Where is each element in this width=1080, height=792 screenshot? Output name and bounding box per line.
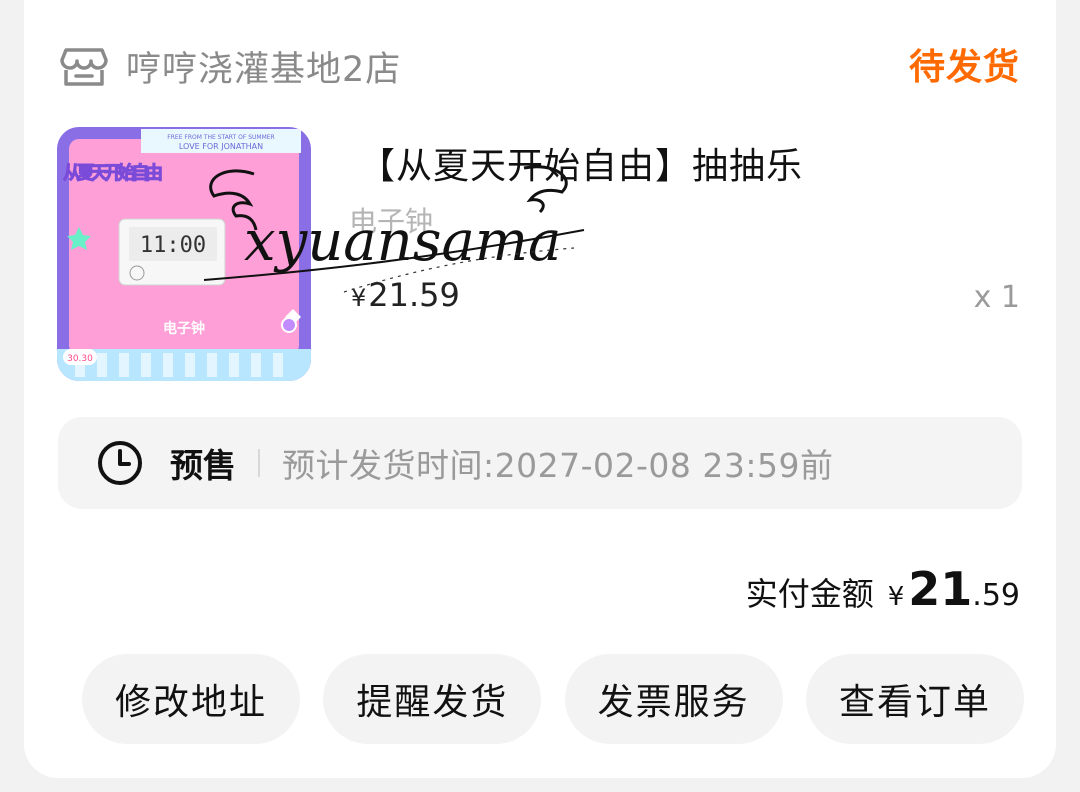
image-header-line1: FREE FROM THE START OF SUMMER: [167, 134, 274, 141]
total-paid: 实付金额 ¥ 21 .59: [746, 562, 1020, 616]
image-badge: 30.30: [67, 354, 93, 364]
action-buttons: 修改地址 提醒发货 发票服务 查看订单: [82, 654, 1024, 744]
total-label: 实付金额: [745, 575, 874, 613]
total-currency: ¥: [887, 582, 905, 612]
product-title[interactable]: 【从夏天开始自由】抽抽乐: [359, 137, 803, 189]
product-sku: 电子钟: [349, 205, 434, 238]
image-caption: 电子钟: [163, 320, 205, 337]
presale-divider: [258, 449, 260, 477]
image-header-line2: LOVE FOR JONATHAN: [179, 142, 263, 151]
invoice-service-button[interactable]: 发票服务: [564, 654, 783, 744]
image-clock-time: 11:00: [140, 233, 206, 258]
shop-icon: [60, 48, 108, 86]
presale-bar: 预售 预计发货时间:2027-02-08 23:59前: [58, 417, 1022, 509]
clock-icon: [98, 441, 142, 485]
remind-shipment-button[interactable]: 提醒发货: [323, 654, 542, 744]
image-corner-text: 从夏天开始自由: [63, 162, 163, 184]
total-integer: 21: [908, 562, 973, 616]
modify-address-button[interactable]: 修改地址: [82, 654, 300, 744]
total-decimal: .59: [972, 578, 1020, 613]
shop-name[interactable]: 哼哼浇灌基地2店: [126, 41, 401, 92]
presale-label: 预售: [170, 446, 236, 485]
order-status: 待发货: [908, 47, 1020, 88]
product-quantity: x 1: [973, 280, 1020, 315]
presale-ship-time: 预计发货时间:2027-02-08 23:59前: [282, 446, 834, 485]
view-order-button[interactable]: 查看订单: [805, 654, 1024, 744]
order-card[interactable]: 哼哼浇灌基地2店 待发货 FREE FROM THE START OF SUMM…: [24, 0, 1056, 778]
product-price-value: 21.59: [368, 276, 460, 314]
product-thumbnail[interactable]: FREE FROM THE START OF SUMMER LOVE FOR J…: [57, 127, 311, 381]
shop-header[interactable]: 哼哼浇灌基地2店: [58, 38, 401, 94]
product-price-currency: ¥: [351, 284, 367, 312]
product-price: ¥21.59: [351, 276, 460, 314]
